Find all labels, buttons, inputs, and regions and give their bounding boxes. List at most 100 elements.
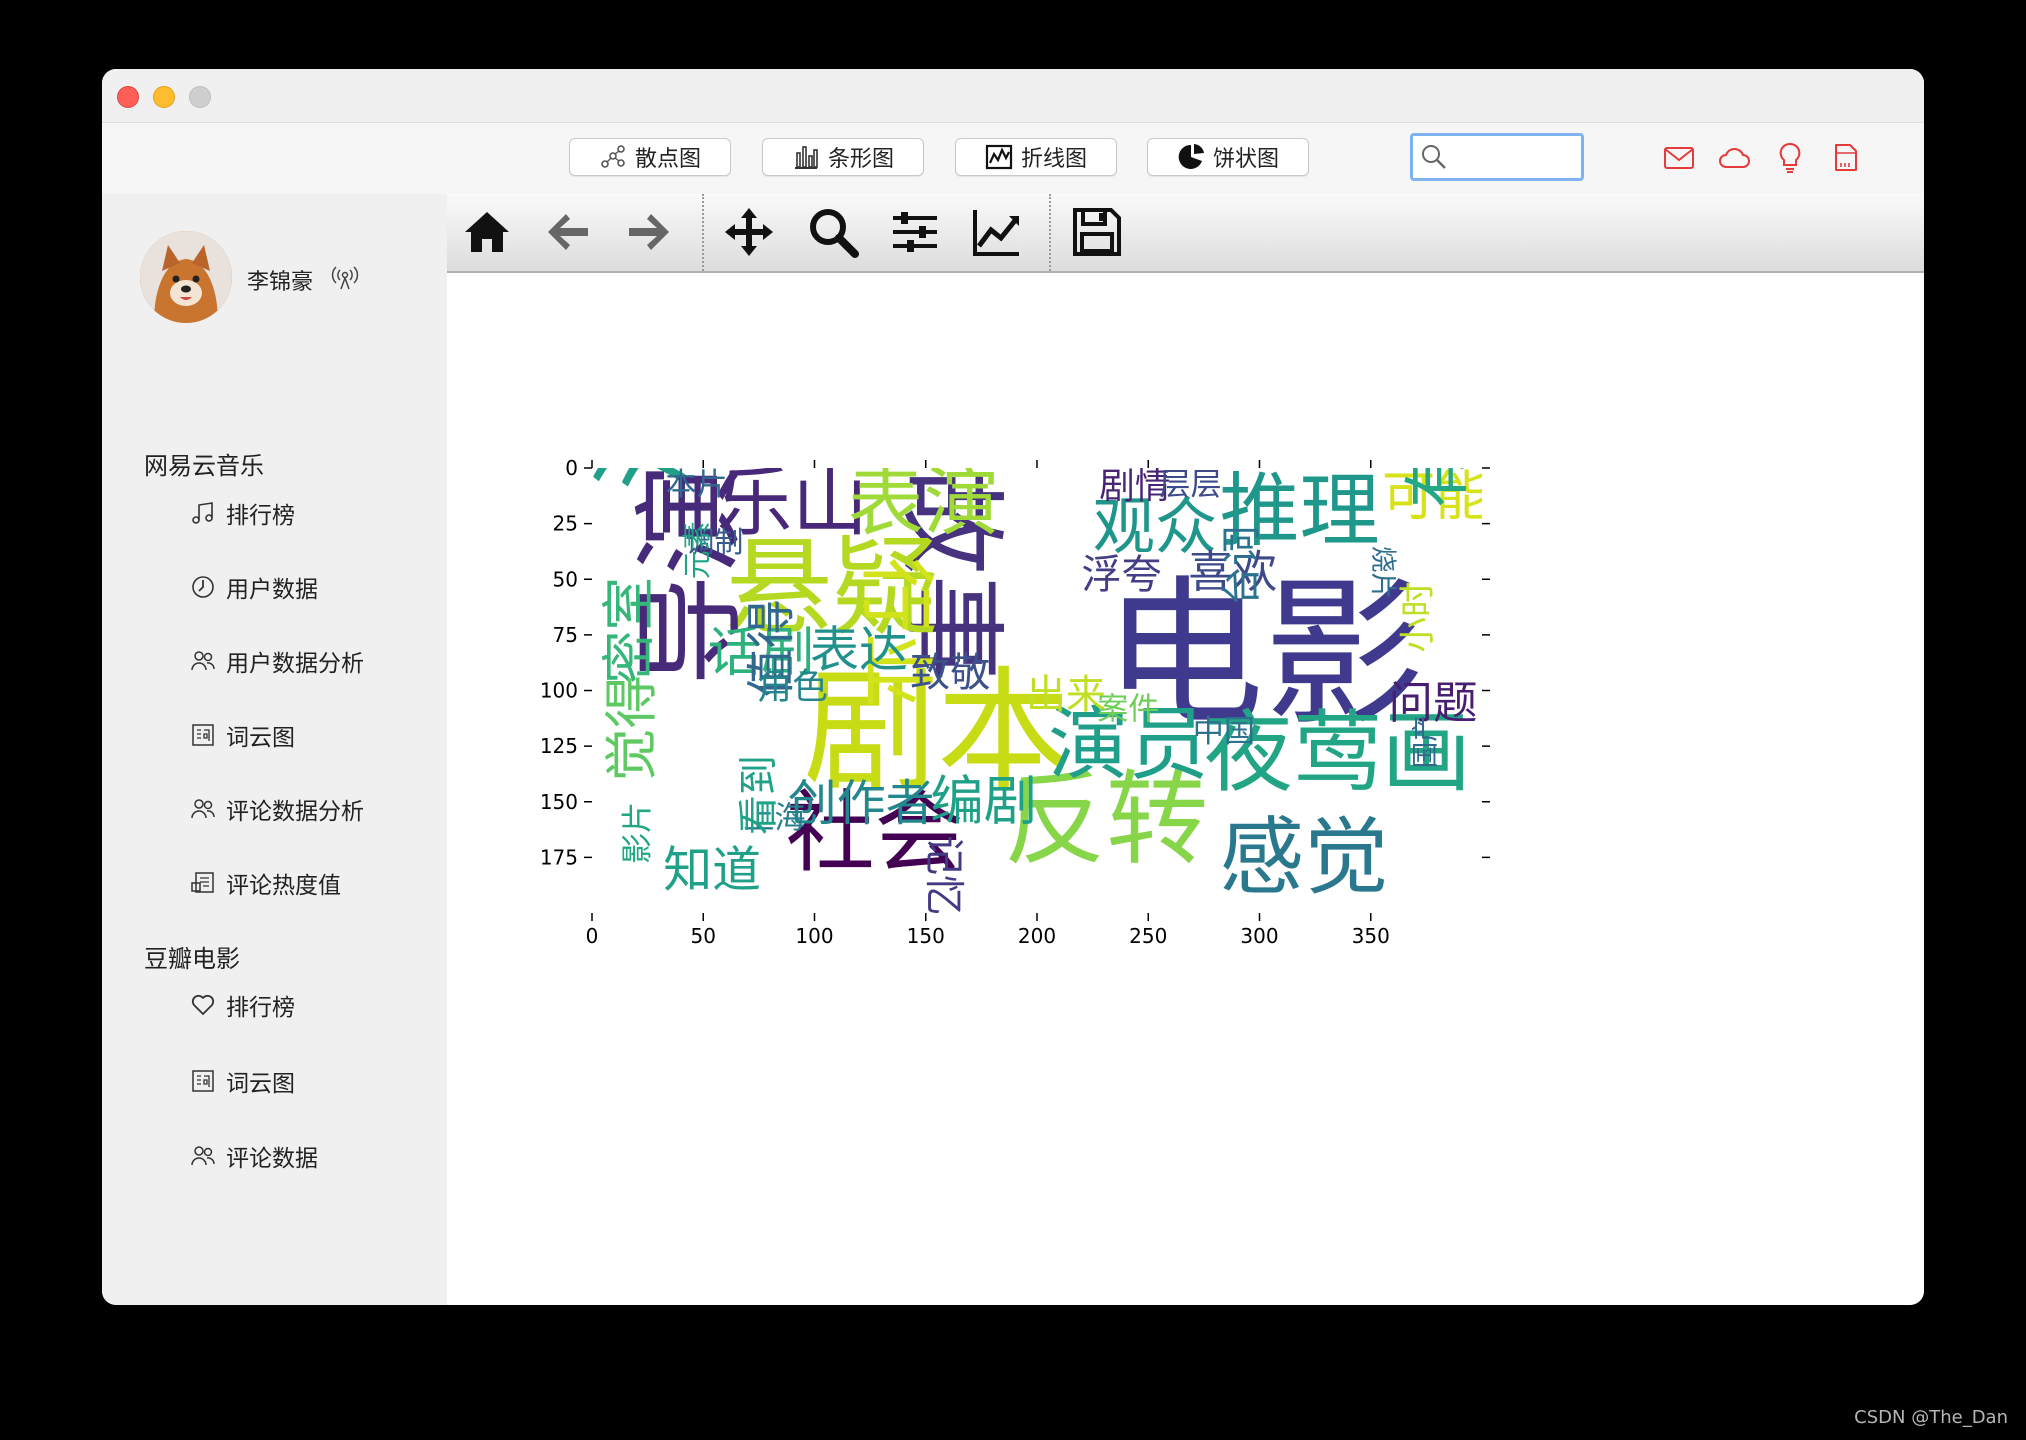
word-cloud-word: 中国 <box>1193 714 1255 750</box>
y-tick-label: 150 <box>540 790 578 814</box>
word-cloud-word: 密室 <box>598 577 661 684</box>
word-cloud-word: 本片 <box>665 467 727 503</box>
scatter-icon <box>601 145 625 168</box>
edit-axis-icon[interactable] <box>969 204 1025 260</box>
mail-icon[interactable] <box>1662 141 1696 175</box>
matplotlib-toolbar <box>447 194 1924 273</box>
x-tick-label: 350 <box>1352 924 1390 948</box>
word-cloud-word: 台词 <box>1219 526 1265 606</box>
bar-chart-button[interactable]: 条形图 <box>762 138 924 176</box>
top-toolbar: 散点图 条形图 折线图 饼状图 <box>102 123 1924 194</box>
sidebar-item-label: 评论数据 <box>226 1146 318 1172</box>
broadcast-icon[interactable] <box>330 262 360 292</box>
word-cloud-word: 致敬 <box>910 650 990 696</box>
word-cloud-word: 没有 <box>584 277 708 491</box>
y-tick-label: 0 <box>565 456 578 480</box>
pie-chart-label: 饼状图 <box>1212 147 1279 172</box>
y-tick-label: 125 <box>540 734 578 758</box>
section-title-netease: 网易云音乐 <box>144 452 264 480</box>
word-cloud-chart: 电影剧本故事悬疑推理反转社会夜莺画感觉演员没有导演乐山表演行业观众 可能有点话剧表… <box>540 277 1490 948</box>
word-cloud-word: 案件 <box>1097 692 1159 728</box>
bar-chart-label: 条形图 <box>827 147 894 172</box>
word-cloud-icon <box>192 1070 214 1092</box>
sidebar-item-user-data[interactable]: 用户数据 <box>190 570 318 604</box>
lightbulb-icon[interactable] <box>1773 141 1807 175</box>
pie-chart-button[interactable]: 饼状图 <box>1147 138 1309 176</box>
word-cloud-word: 记忆 <box>920 835 966 915</box>
y-tick-label: 75 <box>553 623 578 647</box>
title-bar <box>102 69 1924 123</box>
sidebar-item-netease-ranking[interactable]: 排行榜 <box>190 496 295 530</box>
minimize-window-button[interactable] <box>153 86 175 108</box>
music-note-icon <box>192 502 213 524</box>
y-tick-label: 50 <box>553 567 578 591</box>
configure-subplots-icon[interactable] <box>887 204 943 260</box>
word-cloud-word: 角色 <box>757 666 828 707</box>
users-icon <box>191 651 215 671</box>
sidebar-item-netease-wordcloud[interactable]: 词云图 <box>190 718 295 752</box>
scatter-chart-button[interactable]: 散点图 <box>569 138 731 176</box>
x-tick-label: 250 <box>1129 924 1167 948</box>
word-cloud-word: 影片 <box>620 802 656 864</box>
forward-arrow-icon[interactable] <box>621 204 677 260</box>
sidebar-item-comment-analysis[interactable]: 评论数据分析 <box>190 792 364 826</box>
sidebar-item-douban-ranking[interactable]: 排行榜 <box>190 988 295 1022</box>
sidebar-item-label: 词云图 <box>226 1071 295 1097</box>
word-cloud-word: 元素 <box>680 521 714 579</box>
app-window: 散点图 条形图 折线图 饼状图 李锦豪 网易云音乐 排行榜 用户数据 用户数据分… <box>102 69 1924 1305</box>
dog-avatar-image <box>140 231 232 323</box>
scatter-chart-label: 散点图 <box>634 147 701 172</box>
close-window-button[interactable] <box>117 86 139 108</box>
word-cloud-word: 看到 <box>736 755 782 835</box>
x-tick-label: 200 <box>1018 924 1056 948</box>
sidebar-item-label: 排行榜 <box>226 503 295 529</box>
avatar[interactable] <box>140 231 232 323</box>
cloud-icon[interactable] <box>1717 141 1751 175</box>
line-chart-icon <box>985 144 1013 170</box>
x-tick-label: 300 <box>1240 924 1278 948</box>
word-cloud-words: 电影剧本故事悬疑推理反转社会夜莺画感觉演员没有导演乐山表演行业观众 可能有点话剧表… <box>584 277 1482 915</box>
sidebar-item-douban-comments[interactable]: 评论数据 <box>190 1139 318 1173</box>
sd-card-icon[interactable] <box>1828 141 1862 175</box>
word-cloud-word: 小时 <box>1398 582 1439 653</box>
plot-canvas: 电影 剧本 故事 悬疑 推理 反转 社会 夜莺画 感觉 演员 没有 导演 乐山 表演 行业 观众 可能 有点 话剧表… <box>447 273 1924 1305</box>
sidebar-item-user-analysis[interactable]: 用户数据分析 <box>190 644 364 678</box>
word-cloud-word: 出来 <box>1026 672 1106 718</box>
word-cloud-word: 创作者 <box>788 775 935 832</box>
home-icon[interactable] <box>459 204 515 260</box>
word-cloud-word: 有点 <box>1398 375 1476 509</box>
comments-icon <box>191 872 214 893</box>
users-icon <box>191 799 215 819</box>
x-tick-label: 100 <box>795 924 833 948</box>
clock-icon <box>192 576 214 598</box>
zoom-icon[interactable] <box>805 204 861 260</box>
sidebar-item-comment-heat[interactable]: 评论热度值 <box>190 866 341 900</box>
sidebar-item-label: 用户数据 <box>226 577 318 603</box>
zoom-window-button[interactable] <box>189 86 211 108</box>
sidebar-item-label: 排行榜 <box>226 995 295 1021</box>
search-icon <box>1422 145 1446 169</box>
word-cloud-word: 烧片 <box>1367 546 1398 599</box>
y-tick-label: 175 <box>540 845 578 869</box>
word-cloud-icon <box>192 724 214 746</box>
y-tick-label: 25 <box>553 512 578 536</box>
save-icon[interactable] <box>1069 204 1125 260</box>
x-tick-label: 50 <box>691 924 716 948</box>
pan-icon[interactable] <box>721 204 777 260</box>
y-tick-label: 100 <box>540 679 578 703</box>
word-cloud-word: 表演 <box>848 458 999 546</box>
pie-chart-icon <box>1178 144 1204 169</box>
sidebar-item-label: 评论热度值 <box>226 873 341 899</box>
sidebar-item-label: 用户数据分析 <box>226 651 364 677</box>
word-cloud-word: 层层 <box>1159 467 1221 503</box>
sidebar-item-douban-wordcloud[interactable]: 词云图 <box>190 1064 295 1098</box>
line-chart-button[interactable]: 折线图 <box>955 138 1117 176</box>
bar-chart-icon <box>794 146 818 169</box>
word-cloud-word: 感觉 <box>1219 808 1388 906</box>
user-name: 李锦豪 <box>247 270 314 295</box>
search-input[interactable] <box>1410 133 1584 181</box>
back-arrow-icon[interactable] <box>540 204 596 260</box>
section-title-douban: 豆瓣电影 <box>144 945 240 973</box>
x-tick-label: 150 <box>907 924 945 948</box>
toolbar-separator <box>702 194 704 271</box>
